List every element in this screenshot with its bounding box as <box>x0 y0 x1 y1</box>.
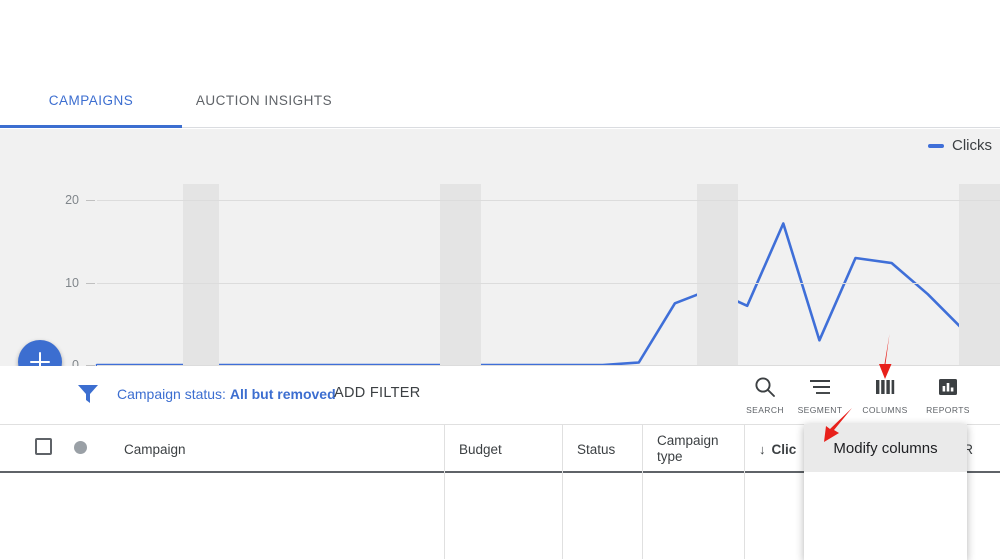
clicks-chart-panel: Clicks 01020Aug 1, 2019 <box>0 129 1000 442</box>
column-header-campaign[interactable]: Campaign <box>110 425 444 473</box>
toolbar-button-reports[interactable]: REPORTS <box>917 374 979 415</box>
y-axis-tick-mark <box>86 282 95 284</box>
tab-auction-insights[interactable]: AUCTION INSIGHTS <box>182 72 346 128</box>
columns-dropdown-menu: Modify columns <box>804 424 967 560</box>
toolbar-label-segment: SEGMENT <box>797 405 843 415</box>
toolbar-button-segment[interactable]: SEGMENT <box>789 374 851 415</box>
weekend-shading-band <box>697 184 739 365</box>
weekend-shading-band <box>182 184 219 365</box>
cell-divider <box>444 473 445 559</box>
column-header-status[interactable]: Status <box>562 425 642 473</box>
chart-gridline <box>97 282 1000 284</box>
weekend-shading-band <box>440 184 481 365</box>
add-filter-button[interactable]: ADD FILTER <box>334 385 421 401</box>
cell-divider <box>642 473 643 559</box>
status-indicator-dot <box>74 441 87 454</box>
sort-descending-icon: ↓ <box>759 441 766 457</box>
cell-divider <box>562 473 563 559</box>
toolbar-button-search[interactable]: SEARCH <box>734 374 796 415</box>
weekend-shading-band <box>959 184 1000 365</box>
toolbar-label-search: SEARCH <box>746 405 784 415</box>
column-header-campaign-type[interactable]: Campaign type <box>642 425 744 473</box>
toolbar-button-columns[interactable]: COLUMNS <box>854 374 916 415</box>
reports-icon <box>936 374 960 400</box>
toolbar-label-reports: REPORTS <box>926 405 970 415</box>
y-axis-tick-label: 20 <box>65 193 79 208</box>
legend-swatch-clicks <box>928 143 944 148</box>
tab-campaigns[interactable]: CAMPAIGNS <box>0 72 182 128</box>
google-ads-campaigns-page: CAMPAIGNS AUCTION INSIGHTS Clicks 01020A… <box>0 0 1000 560</box>
y-axis-tick-label: 10 <box>65 275 79 290</box>
column-header-campaign-type-line1: Campaign <box>657 433 719 448</box>
cell-divider <box>744 473 745 559</box>
toolbar-label-columns: COLUMNS <box>862 405 908 415</box>
column-header-campaign-type-line2: type <box>657 448 683 464</box>
menu-item-modify-columns[interactable]: Modify columns <box>804 424 967 472</box>
campaign-status-filter-value: All but removed <box>229 386 336 402</box>
column-header-budget[interactable]: Budget <box>444 425 562 473</box>
y-axis-tick-mark <box>86 200 95 202</box>
tab-bar: CAMPAIGNS AUCTION INSIGHTS <box>0 72 1000 128</box>
chart-legend[interactable]: Clicks <box>928 137 992 154</box>
tab-active-underline <box>0 125 182 128</box>
legend-label-clicks: Clicks <box>952 137 992 154</box>
tab-auction-insights-label: AUCTION INSIGHTS <box>195 92 333 108</box>
filter-icon[interactable] <box>78 385 98 403</box>
campaign-status-filter-chip[interactable]: Campaign status: All but removed <box>117 386 336 402</box>
campaign-status-filter-label: Campaign status: <box>117 386 226 402</box>
select-all-checkbox[interactable] <box>35 438 52 455</box>
search-icon <box>753 374 777 400</box>
columns-icon <box>873 374 897 400</box>
column-header-clicks-label: Clic <box>771 441 797 457</box>
series-line-clicks <box>95 222 1000 367</box>
chart-gridline <box>97 200 1000 202</box>
segment-icon <box>808 374 832 400</box>
tab-campaigns-label: CAMPAIGNS <box>48 92 134 108</box>
